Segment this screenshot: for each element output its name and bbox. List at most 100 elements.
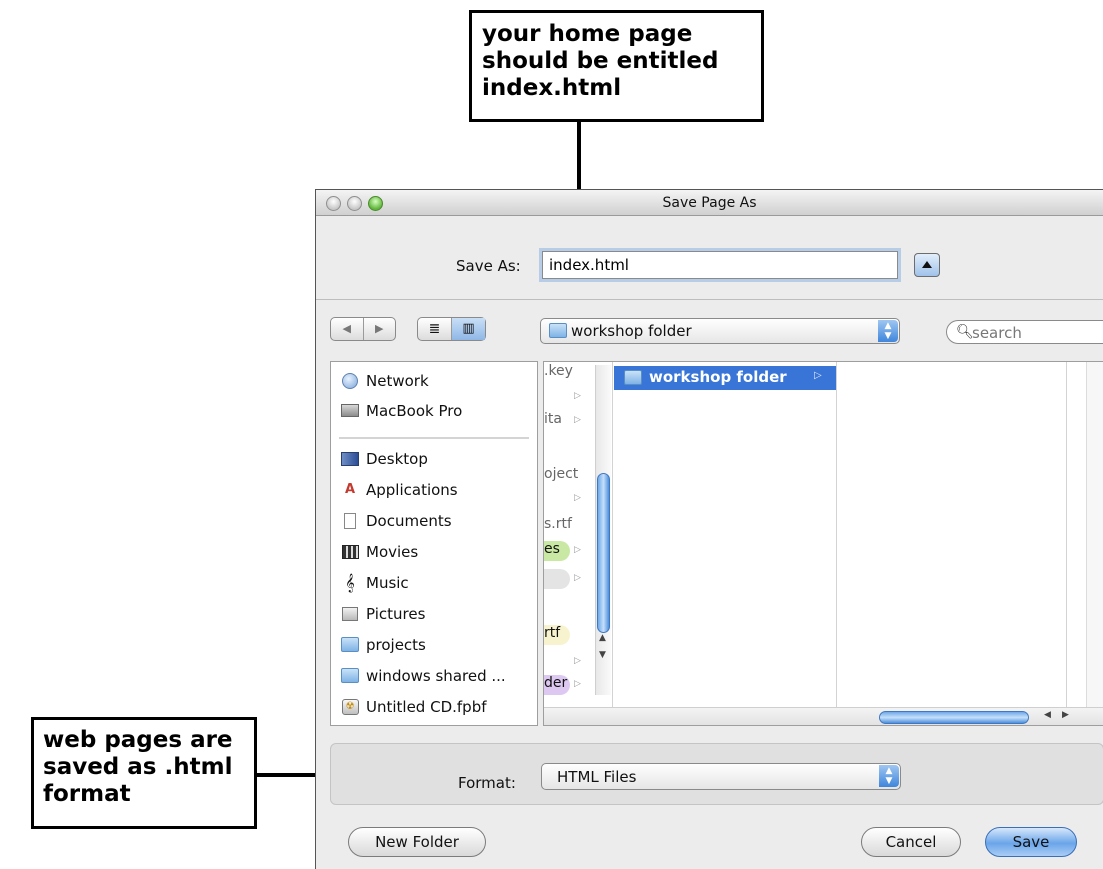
column-1-item-label [544,569,570,589]
format-popup[interactable]: HTML Files ▲ ▼ [541,763,901,790]
home-page-callout: your home page should be entitled index.… [469,10,764,122]
selected-folder-label: workshop folder [649,368,787,386]
sidebar: Network MacBook Pro Desktop A Applicatio… [330,361,538,726]
column-1-item[interactable] [544,440,594,462]
divider [316,299,1103,300]
column-1-item-label: rtf [544,625,570,645]
column-view-icon[interactable]: ▥ [451,318,485,340]
column-divider [1066,362,1067,725]
sidebar-item-label: Desktop [366,450,428,468]
column-1-item-label: oject [544,466,579,482]
column-1-scroll-thumb[interactable] [597,473,610,633]
column-1-item[interactable] [544,595,594,617]
column-1-item[interactable]: ▷ [544,488,594,510]
save-page-dialog: Save Page As Save As: index.html ◀ ▶ ≣ ▥… [315,189,1103,869]
scroll-down-arrow-icon[interactable]: ▼ [599,650,606,660]
filename-input[interactable]: index.html [542,251,898,279]
sidebar-item-label: windows shared ... [366,667,506,685]
applications-icon: A [344,481,356,497]
disclosure-arrow-icon: ▷ [574,656,581,666]
cancel-button[interactable]: Cancel [861,827,961,857]
scroll-up-arrow-icon[interactable]: ▲ [599,633,606,643]
column-1-item[interactable]: rtf [544,624,594,646]
column-1-item[interactable]: der ▷ [544,674,594,696]
documents-icon [341,512,359,529]
column-browser: .key ▷ ita ▷ oject ▷ s.rtf es ▷ ▷ rtf ▷ der ▷ ▲ ▼ wor… [543,361,1103,726]
sidebar-item-label: Pictures [366,605,426,623]
column-1-item[interactable]: oject [544,465,594,487]
column-1-item[interactable]: ▷ [544,568,594,590]
music-icon: 𝄞 [345,572,355,592]
list-view-icon[interactable]: ≣ [418,318,451,340]
column-divider [836,362,837,725]
folder-icon [549,323,567,338]
column-1-item-label: es [544,541,570,561]
horizontal-scrollbar[interactable]: ◀ ▶ [544,707,1103,725]
disclosure-arrow-icon: ▷ [574,391,581,401]
save-as-label: Save As: [456,257,521,275]
column-1-scrollbar[interactable]: ▲ ▼ [595,365,611,695]
save-button[interactable]: Save [985,827,1077,857]
folder-icon [624,370,642,385]
sidebar-item-label: Movies [366,543,419,561]
network-icon [341,372,359,389]
callout-line: index.html [482,75,622,101]
column-1-item-label: .key [544,363,573,379]
column-1-item-label: ita [544,411,562,427]
disclosure-arrow-icon: ▷ [574,573,581,583]
callout-line: your home page [482,21,693,47]
format-label: Format: [458,774,516,792]
column-1-item[interactable]: s.rtf [544,515,594,537]
disclosure-arrow-icon: ▷ [814,370,822,381]
callout-line: format [43,781,131,807]
callout-line: saved as .html [43,754,233,780]
disclosure-arrow-icon: ▷ [574,493,581,503]
selected-folder-row[interactable]: workshop folder ▷ [614,366,836,390]
back-forward-control: ◀ ▶ [330,317,396,341]
callout-line: web pages are [43,727,233,753]
title-bar: Save Page As [316,190,1103,216]
sidebar-item-label: Untitled CD.fpbf [366,698,487,716]
column-divider [612,362,613,725]
sidebar-item-label: projects [366,636,426,654]
popup-arrows-icon: ▲ ▼ [879,765,899,787]
location-label: workshop folder [571,322,692,340]
format-value: HTML Files [557,768,637,786]
disc-image-icon: ☢ [341,698,359,715]
desktop-icon [341,450,359,467]
column-3-scrollbar[interactable] [1086,362,1103,707]
collapse-dialog-button[interactable] [914,253,940,277]
sidebar-divider [339,437,529,439]
column-1-item[interactable]: .key [544,362,594,384]
disclosure-arrow-icon: ▷ [574,545,581,555]
search-placeholder: search [972,324,1022,342]
new-folder-button[interactable]: New Folder [348,827,486,857]
dialog-title: Save Page As [662,195,757,211]
movies-icon [341,543,359,560]
hard-drive-icon [341,402,359,419]
column-1-item[interactable]: ▷ [544,386,594,408]
sidebar-item-label: Documents [366,512,452,530]
horizontal-scroll-thumb[interactable] [879,711,1029,724]
scroll-left-arrow-icon[interactable]: ◀ [1044,710,1051,720]
column-1-item[interactable]: ▷ [544,651,594,673]
scroll-right-arrow-icon[interactable]: ▶ [1062,710,1069,720]
back-button[interactable]: ◀ [331,318,363,340]
callout-line: should be entitled [482,48,719,74]
search-input[interactable]: 🔍︎ search [946,320,1103,344]
pictures-icon [341,605,359,622]
sidebar-item-label: Applications [366,481,458,499]
column-1-item-label: s.rtf [544,516,572,532]
column-1-item-label: der [544,675,571,695]
forward-button[interactable]: ▶ [362,318,396,340]
column-1-item[interactable]: ita ▷ [544,410,594,432]
folder-icon [341,636,359,653]
view-mode-control: ≣ ▥ [417,317,486,341]
sidebar-item-label: MacBook Pro [366,402,463,420]
format-callout: web pages are saved as .html format [31,717,257,829]
disclosure-arrow-icon: ▷ [574,679,581,689]
location-popup[interactable]: workshop folder ▲ ▼ [540,318,900,344]
folder-icon [341,667,359,684]
popup-arrows-icon: ▲ ▼ [878,320,898,342]
column-1-item[interactable]: es ▷ [544,540,594,562]
